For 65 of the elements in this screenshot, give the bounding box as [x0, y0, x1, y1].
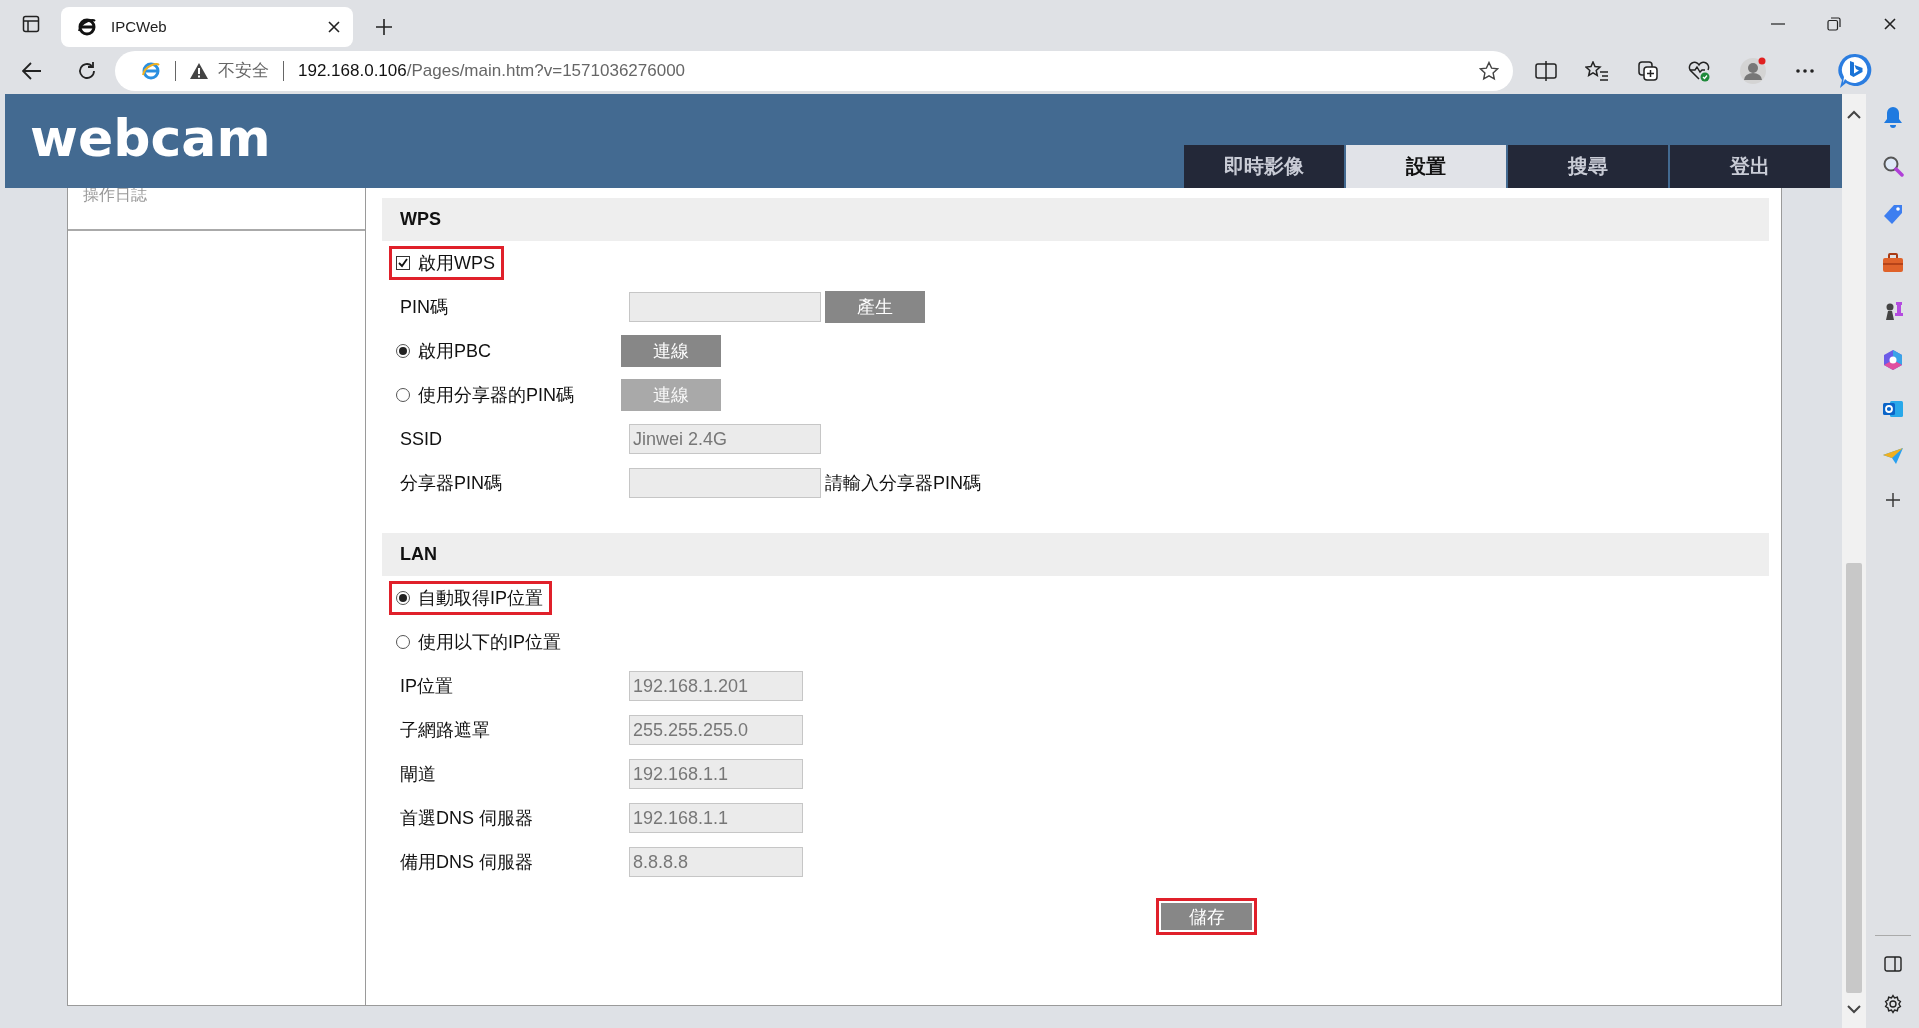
collections-icon[interactable] [1637, 59, 1659, 82]
option-label: 啟用PBC [418, 340, 491, 363]
field-label: 閘道 [399, 763, 437, 786]
field-label: IP位置 [399, 675, 454, 698]
favorites-icon[interactable] [1585, 60, 1609, 81]
radio-button[interactable] [396, 591, 410, 605]
search-icon[interactable] [1881, 155, 1904, 177]
add-icon[interactable] [1884, 492, 1901, 508]
security-label: 不安全 [218, 60, 269, 82]
nav-tab[interactable]: 登出 [1670, 145, 1830, 188]
favorite-star-icon[interactable] [1479, 60, 1499, 81]
radio-button[interactable] [396, 635, 410, 649]
scroll-up-icon[interactable] [1847, 110, 1861, 119]
nav-tab[interactable]: 設置 [1346, 145, 1506, 188]
logo: webcam [30, 107, 271, 170]
refresh-icon[interactable] [77, 60, 97, 81]
nav-tab[interactable]: 即時影像 [1184, 145, 1344, 188]
toolbox-icon[interactable] [1881, 253, 1904, 273]
address-bar[interactable]: 不安全 192.168.0.106/Pages/main.htm?v=1571036276000 [115, 50, 1513, 91]
generate-button[interactable]: 產生 [825, 291, 925, 323]
health-icon[interactable] [1687, 59, 1711, 82]
bing-chat-icon[interactable] [1837, 51, 1873, 90]
checkbox[interactable] [396, 256, 410, 270]
field-label: SSID [399, 428, 443, 450]
tab-title: IPCWeb [111, 18, 168, 35]
scrollbar[interactable] [1842, 94, 1866, 1028]
option-label: 啟用WPS [418, 252, 495, 275]
side-panel-icon[interactable] [1883, 956, 1902, 972]
section-title: LAN [382, 533, 1769, 576]
new-tab-icon[interactable] [375, 17, 393, 36]
radio-button[interactable] [396, 344, 410, 358]
tag-icon[interactable] [1881, 204, 1904, 226]
settings-icon[interactable] [1882, 994, 1903, 1014]
close-icon[interactable] [1883, 16, 1897, 31]
url-text: 192.168.0.106/Pages/main.htm?v=1571036276000 [298, 60, 686, 81]
mail-icon[interactable] [1881, 398, 1904, 420]
field-label: PIN碼 [399, 296, 449, 319]
save-button[interactable]: 儲存 [1156, 898, 1257, 935]
connect-button[interactable]: 連線 [621, 335, 721, 367]
more-icon[interactable] [1795, 67, 1815, 74]
option-label: 使用以下的IP位置 [418, 631, 561, 654]
field-label: 備用DNS 伺服器 [399, 851, 534, 874]
section-title: WPS [382, 198, 1769, 241]
page-icon [77, 16, 97, 37]
back-icon[interactable] [22, 61, 42, 80]
notification-icon[interactable] [1882, 106, 1903, 128]
field-label: 首選DNS 伺服器 [399, 807, 534, 830]
option-label: 自動取得IP位置 [418, 587, 543, 610]
minimize-icon[interactable] [1771, 22, 1785, 25]
avatar-icon[interactable] [1739, 56, 1767, 85]
hexagon-app-icon[interactable] [1881, 349, 1904, 371]
scroll-down-icon[interactable] [1847, 1005, 1861, 1014]
hint-text: 請輸入分享器PIN碼 [825, 472, 981, 495]
browser-tab[interactable]: IPCWeb [61, 6, 353, 47]
radio-button[interactable] [396, 388, 410, 402]
field-label: 子網路遮罩 [399, 719, 491, 742]
split-screen-icon[interactable] [1535, 60, 1557, 81]
warning-icon [190, 62, 208, 79]
field-label: 分享器PIN碼 [399, 472, 503, 495]
restore-icon[interactable] [1827, 16, 1841, 31]
close-icon[interactable] [327, 19, 341, 34]
browser-logo-icon [141, 60, 161, 81]
option-label: 使用分享器的PIN碼 [418, 384, 574, 407]
nav-tab[interactable]: 搜尋 [1508, 145, 1668, 188]
tab-list-icon[interactable] [22, 14, 40, 33]
